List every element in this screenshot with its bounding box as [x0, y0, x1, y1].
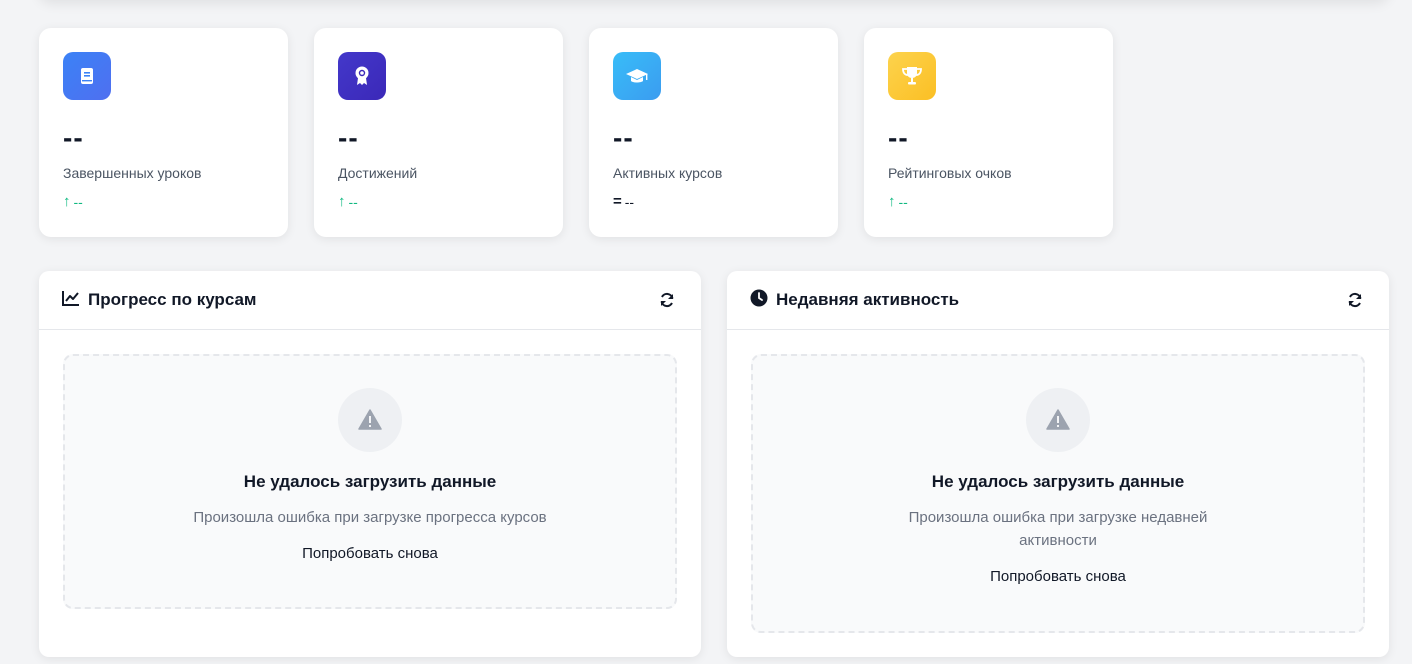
- stat-card-completed-lessons: -- Завершенных уроков ↑ --: [39, 28, 288, 237]
- panel-header: Недавняя активность: [727, 271, 1389, 330]
- stat-trend: ↑ --: [63, 193, 83, 210]
- trend-value: --: [73, 193, 83, 210]
- graduation-cap-icon: [613, 52, 661, 100]
- warning-icon: [338, 388, 402, 452]
- stat-label: Активных курсов: [613, 165, 723, 181]
- stat-label: Достижений: [338, 165, 418, 181]
- panel-title: Прогресс по курсам: [88, 290, 257, 309]
- stat-card-active-courses: -- Активных курсов = --: [589, 28, 838, 237]
- stat-value: --: [888, 122, 909, 153]
- refresh-icon: [660, 292, 674, 308]
- stat-trend: = --: [613, 193, 634, 210]
- stat-card-achievements: -- Достижений ↑ --: [314, 28, 563, 237]
- trend-value: --: [624, 193, 635, 210]
- book-icon: [63, 52, 111, 100]
- arrow-up-icon: ↑: [338, 193, 346, 210]
- error-description: Произошла ошибка при загрузке прогресса …: [193, 509, 547, 526]
- stat-trend: ↑ --: [888, 193, 908, 210]
- stat-value: --: [338, 122, 359, 153]
- trend-value: --: [898, 193, 908, 210]
- arrow-up-icon: ↑: [63, 193, 71, 210]
- stat-label: Завершенных уроков: [63, 165, 202, 181]
- stat-card-rating-points: -- Рейтинговых очков ↑ --: [864, 28, 1113, 237]
- trend-value: --: [348, 193, 358, 210]
- award-icon: [338, 52, 386, 100]
- stat-value: --: [63, 122, 84, 153]
- panel-header: Прогресс по курсам: [39, 271, 701, 330]
- stat-value: --: [613, 122, 634, 153]
- stat-trend: ↑ --: [338, 193, 358, 210]
- trophy-icon: [888, 52, 936, 100]
- refresh-button[interactable]: [657, 290, 677, 310]
- course-progress-panel: Прогресс по курсам Не удалось загрузить …: [39, 271, 701, 657]
- stat-label: Рейтинговых очков: [888, 165, 1012, 181]
- equals-icon: =: [613, 193, 622, 210]
- retry-button[interactable]: Попробовать снова: [302, 545, 438, 562]
- recent-activity-panel: Недавняя активность Не удалось загрузить…: [727, 271, 1389, 657]
- arrow-up-icon: ↑: [888, 193, 896, 210]
- error-state: Не удалось загрузить данные Произошла ош…: [63, 354, 677, 609]
- error-title: Не удалось загрузить данные: [243, 472, 497, 491]
- refresh-button[interactable]: [1345, 290, 1365, 310]
- clock-icon: [750, 289, 768, 312]
- error-title: Не удалось загрузить данные: [931, 472, 1185, 491]
- panel-title: Недавняя активность: [776, 290, 960, 309]
- line-chart-icon: [62, 290, 80, 311]
- warning-icon: [1026, 388, 1090, 452]
- refresh-icon: [1348, 292, 1362, 308]
- error-description: Произошла ошибка при загрузке недавней а…: [908, 509, 1208, 549]
- error-state: Не удалось загрузить данные Произошла ош…: [751, 354, 1365, 633]
- retry-button[interactable]: Попробовать снова: [990, 568, 1126, 585]
